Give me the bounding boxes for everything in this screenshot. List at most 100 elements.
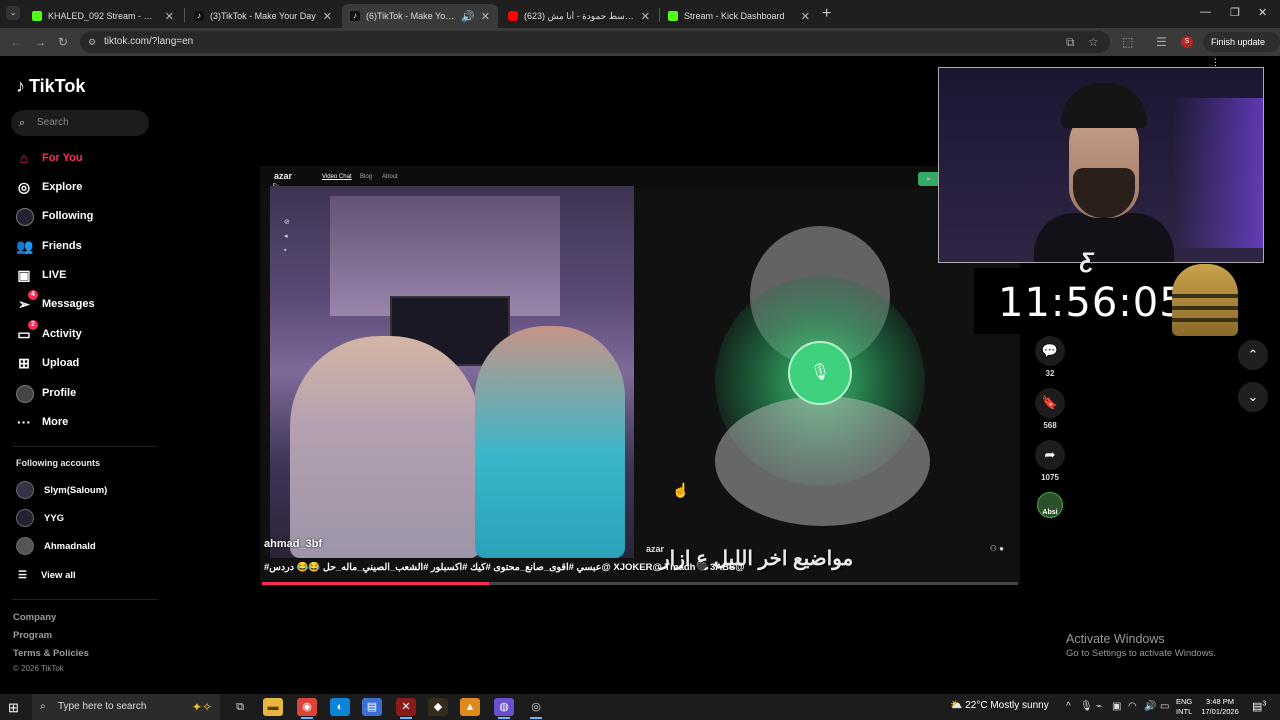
nav-for-you[interactable]: ⌂ For You bbox=[16, 150, 83, 166]
activity-badge: 2 bbox=[28, 320, 38, 330]
nav-upload[interactable]: ⊞ Upload bbox=[16, 355, 79, 371]
close-tab-icon[interactable]: ✕ bbox=[801, 10, 810, 23]
search-icon: ⌕ bbox=[40, 701, 46, 712]
more-icon: ··· bbox=[17, 414, 31, 430]
taskbar-clock[interactable]: 3:48 PM 17/01/2026 bbox=[1200, 697, 1240, 717]
windows-start-icon[interactable]: ⊞ bbox=[8, 700, 19, 716]
account-avatar bbox=[16, 481, 34, 499]
tray-app-icon[interactable]: ▣ bbox=[1112, 701, 1121, 712]
browser-tab[interactable]: KHALED_092 Stream - Watch Li ✕ bbox=[24, 4, 182, 28]
discord-icon[interactable]: ◍ bbox=[494, 698, 514, 719]
browser-tab[interactable]: ♪ (3)TikTok - Make Your Day ✕ bbox=[186, 4, 340, 28]
browser-tab[interactable]: Stream - Kick Dashboard ✕ bbox=[660, 4, 818, 28]
tray-expand-icon[interactable]: ^ bbox=[1066, 701, 1071, 712]
microphone-tray-icon[interactable]: 🎙 bbox=[1080, 701, 1093, 712]
share-count: 1075 bbox=[1041, 473, 1059, 482]
audio-playing-icon[interactable]: 🔊 bbox=[461, 10, 475, 23]
task-view-icon[interactable]: ⧉ bbox=[230, 698, 250, 716]
browser-tab-active[interactable]: ♪ (6)TikTok - Make Your Day 🔊 ✕ bbox=[342, 4, 498, 28]
profile-avatar[interactable]: S bbox=[1181, 36, 1193, 48]
close-tab-icon[interactable]: ✕ bbox=[165, 10, 174, 23]
video-progress-bar[interactable] bbox=[262, 582, 1018, 585]
app-a-icon[interactable]: ▲ bbox=[460, 698, 480, 716]
notification-count: 3 bbox=[1262, 700, 1267, 708]
battery-icon[interactable]: ▭ bbox=[1160, 701, 1169, 712]
following-account[interactable]: Slym(Saloum) bbox=[16, 481, 107, 499]
nav-following[interactable]: Following bbox=[16, 208, 93, 226]
person-left bbox=[290, 336, 480, 558]
address-bar[interactable]: ⚙ tiktok.com/?lang=en bbox=[80, 31, 1110, 53]
forward-icon[interactable]: → bbox=[34, 35, 46, 49]
close-tab-icon[interactable]: ✕ bbox=[323, 10, 332, 23]
browser-toolbar: ← → ↻ ⚙ tiktok.com/?lang=en ⧉ ☆ ⬚ ☰ S Fi… bbox=[0, 28, 1280, 67]
minimize-icon[interactable]: — bbox=[1200, 6, 1211, 18]
nav-live[interactable]: ▣ LIVE bbox=[16, 267, 66, 283]
tab-search-icon[interactable]: ⌄ bbox=[6, 6, 20, 20]
next-video-icon[interactable]: ⌄ bbox=[1238, 382, 1268, 412]
notifications-icon[interactable]: ▤3 bbox=[1252, 700, 1266, 713]
obs-icon[interactable]: ◎ bbox=[526, 698, 546, 719]
nav-profile[interactable]: Profile bbox=[16, 385, 77, 403]
close-window-icon[interactable]: ✕ bbox=[1258, 6, 1267, 19]
bookmark-count: 568 bbox=[1043, 421, 1057, 430]
nav-label: Profile bbox=[42, 387, 77, 399]
browser-tab[interactable]: عبد الباسط حمودة - أنا مش (623) ✕ bbox=[500, 4, 658, 28]
extensions-icon[interactable]: ⬚ bbox=[1122, 35, 1133, 49]
footer-link-company[interactable]: Company bbox=[13, 612, 56, 623]
nav-explore[interactable]: ◎ Explore bbox=[16, 179, 82, 195]
restore-icon[interactable]: ❐ bbox=[1230, 6, 1240, 19]
bookmark-action[interactable]: 🔖 568 bbox=[1033, 388, 1067, 430]
windows-taskbar: ⊞ ⌕ Type here to search ✦✧ ⧉ ▬ ◉ ◐ ▤ ✕ ◆… bbox=[0, 694, 1280, 720]
chrome-icon[interactable]: ◉ bbox=[297, 698, 317, 719]
search-highlight-icon: ✦✧ bbox=[191, 700, 212, 714]
share-action[interactable]: ➦ 1075 bbox=[1033, 440, 1067, 482]
finish-update-button[interactable]: Finish update ⋮ bbox=[1203, 32, 1280, 67]
previous-video-icon[interactable]: ⌃ bbox=[1238, 340, 1268, 370]
view-all-button[interactable]: ☰ View all bbox=[18, 570, 76, 581]
edge-icon[interactable]: ◐ bbox=[330, 698, 350, 716]
app-x-icon[interactable]: ✕ bbox=[396, 698, 416, 719]
nav-more[interactable]: ··· More bbox=[16, 414, 68, 430]
nav-activity[interactable]: ▭ 2 Activity bbox=[16, 320, 82, 342]
new-tab-icon[interactable]: + bbox=[822, 5, 831, 23]
profile-icon bbox=[16, 385, 34, 403]
footer-link-terms[interactable]: Terms & Policies bbox=[13, 648, 89, 659]
video-player[interactable]: azar Video Chat Blog About ▸ 🔈 ⊘◂▪ 🎙 aza… bbox=[260, 166, 1020, 584]
app-window-icon[interactable]: ▤ bbox=[362, 698, 382, 716]
tiktok-logo[interactable]: ♪ TikTok bbox=[16, 76, 85, 97]
nav-label: Activity bbox=[42, 328, 82, 340]
back-icon[interactable]: ← bbox=[10, 35, 22, 49]
reload-icon[interactable]: ↻ bbox=[58, 35, 68, 49]
bookmark-star-icon[interactable]: ☆ bbox=[1088, 35, 1099, 49]
search-icon: ⌕ bbox=[19, 117, 26, 129]
network-tray-icon[interactable]: ⌁ bbox=[1096, 701, 1102, 712]
file-explorer-icon[interactable]: ▬ bbox=[263, 698, 283, 716]
nav-friends[interactable]: 👥 Friends bbox=[16, 238, 82, 254]
close-tab-icon[interactable]: ✕ bbox=[641, 10, 650, 23]
footer-link-program[interactable]: Program bbox=[13, 630, 52, 641]
install-app-icon[interactable]: ⧉ bbox=[1066, 35, 1075, 50]
nav-messages[interactable]: ➢ 4 Messages bbox=[16, 290, 95, 312]
weather-widget[interactable]: ⛅ 22°C Mostly sunny bbox=[950, 700, 1049, 711]
language-indicator[interactable]: ENG INTL bbox=[1176, 697, 1192, 717]
following-account[interactable]: Ahmadnald bbox=[16, 537, 96, 555]
wifi-icon[interactable]: ◠ bbox=[1128, 701, 1137, 712]
video-author[interactable]: ahmad_3bf bbox=[264, 538, 322, 550]
compass-icon: ◎ bbox=[17, 179, 31, 195]
taskbar-search-input[interactable]: ⌕ Type here to search ✦✧ bbox=[32, 694, 220, 720]
streamer-cap bbox=[1061, 83, 1147, 128]
app-icon[interactable]: ◆ bbox=[428, 698, 448, 716]
search-input[interactable]: ⌕ Search bbox=[11, 110, 149, 136]
media-controls-icon[interactable]: ☰ bbox=[1156, 35, 1167, 49]
comment-action[interactable]: 💬 32 bbox=[1033, 336, 1067, 378]
clock-date: 17/01/2026 bbox=[1201, 707, 1239, 716]
site-info-icon[interactable]: ⚙ bbox=[88, 31, 96, 53]
following-account[interactable]: YYG bbox=[16, 509, 64, 527]
activate-windows-title: Activate Windows bbox=[1066, 632, 1165, 646]
azar-badge-icon: ▸ bbox=[918, 172, 940, 186]
close-tab-icon[interactable]: ✕ bbox=[481, 10, 490, 23]
account-name: Slym(Saloum) bbox=[44, 484, 108, 496]
volume-tray-icon[interactable]: 🔊 bbox=[1144, 701, 1156, 712]
azar-link: About bbox=[382, 174, 398, 180]
creator-avatar[interactable]: Absi bbox=[1037, 492, 1063, 518]
